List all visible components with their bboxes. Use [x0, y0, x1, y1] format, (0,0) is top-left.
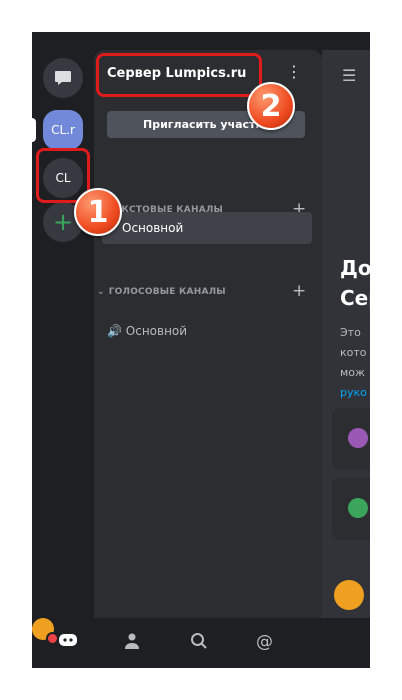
highlight-box-server-name — [96, 53, 262, 97]
welcome-text-line3: мож — [340, 366, 365, 379]
chevron-down-icon: ⌄ — [97, 287, 105, 297]
mentions-icon[interactable]: @ — [256, 632, 273, 652]
active-server-indicator — [32, 118, 36, 142]
app-window: CL.r CL + Сервер Lumpics.ru ⋮ Пригласить… — [32, 32, 370, 668]
card-icon — [348, 428, 368, 448]
bottom-navigation: @ — [32, 618, 370, 668]
voice-category-label: ГОЛОСОВЫЕ КАНАЛЫ — [108, 287, 226, 297]
step-badge-2: 2 — [247, 82, 295, 130]
server-rail: CL.r CL + — [32, 32, 94, 618]
channel-panel: Сервер Lumpics.ru ⋮ Пригласить участник … — [94, 50, 322, 618]
text-channel-item[interactable]: Основной — [102, 212, 312, 244]
welcome-text-line2: кото — [340, 346, 367, 359]
status-dnd-icon — [46, 632, 59, 645]
speaker-icon: 🔊 — [107, 324, 122, 338]
voice-channel-item[interactable]: 🔊 Основной — [107, 324, 187, 338]
welcome-title-line1: До — [340, 256, 370, 280]
voice-channel-label: Основной — [125, 324, 188, 338]
add-voice-channel-button[interactable]: + — [292, 281, 306, 301]
step-badge-1: 1 — [74, 188, 122, 236]
search-icon[interactable] — [190, 632, 208, 655]
avatar[interactable] — [334, 580, 364, 610]
welcome-card[interactable] — [332, 408, 370, 470]
discord-home-icon[interactable] — [58, 632, 78, 653]
profile-avatar-icon[interactable] — [32, 618, 59, 645]
server-icon-clr[interactable]: CL.r — [43, 110, 83, 150]
voice-channels-category[interactable]: ⌄ ГОЛОСОВЫЕ КАНАЛЫ — [97, 287, 226, 297]
friends-icon[interactable] — [124, 632, 144, 655]
card-icon — [348, 498, 368, 518]
welcome-text-line1: Это — [340, 326, 361, 339]
menu-icon[interactable]: ☰ — [342, 66, 356, 85]
direct-messages-button[interactable] — [43, 58, 83, 98]
guide-link[interactable]: руко — [340, 386, 367, 399]
welcome-title-line2: Сер — [340, 286, 370, 310]
welcome-card[interactable] — [332, 478, 370, 540]
more-options-icon[interactable]: ⋮ — [286, 64, 302, 80]
main-chat-preview: ☰ До Сер Это кото мож руко — [322, 50, 370, 618]
chat-bubble-icon — [55, 71, 71, 85]
